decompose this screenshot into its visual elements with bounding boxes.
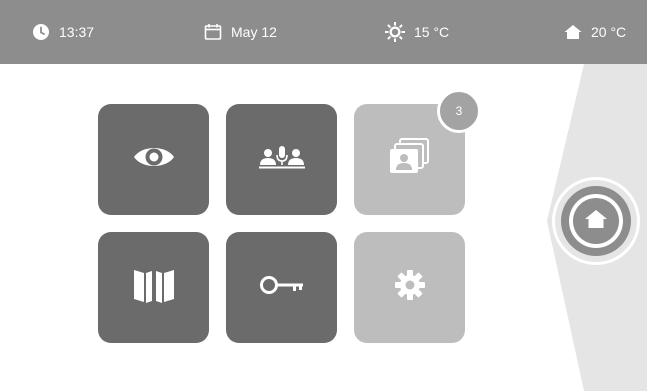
indoor-temperature: 20 °C xyxy=(564,0,626,64)
book-icon xyxy=(132,267,176,308)
key-icon xyxy=(259,274,305,301)
gallery-count-badge: 3 xyxy=(437,89,481,133)
users-microphone-icon xyxy=(258,145,305,174)
outdoor-temp-text: 15 °C xyxy=(414,24,450,40)
house-icon xyxy=(564,24,582,40)
gear-icon xyxy=(394,269,426,306)
time-text: 13:37 xyxy=(59,24,95,40)
date-display: May 12 xyxy=(204,0,277,64)
home-button[interactable] xyxy=(561,186,631,256)
outdoor-temperature: 15 °C xyxy=(385,0,449,64)
phonebook-button[interactable] xyxy=(98,232,209,343)
sun-icon xyxy=(385,22,405,42)
home-icon xyxy=(584,209,608,234)
date-text: May 12 xyxy=(231,24,277,40)
settings-button[interactable] xyxy=(354,232,465,343)
home-button-core xyxy=(573,198,619,244)
photos-icon xyxy=(388,137,432,182)
indoor-temp-text: 20 °C xyxy=(591,24,627,40)
clock-icon xyxy=(32,23,50,41)
status-bar: 13:37 May 12 15 °C 20 °C xyxy=(0,0,647,64)
calendar-icon xyxy=(204,23,222,41)
door-unlock-button[interactable] xyxy=(226,232,337,343)
time-display: 13:37 xyxy=(32,0,94,64)
monitor-button[interactable] xyxy=(98,104,209,215)
intercom-button[interactable] xyxy=(226,104,337,215)
eye-icon xyxy=(132,143,176,176)
home-button-ring xyxy=(569,194,623,248)
